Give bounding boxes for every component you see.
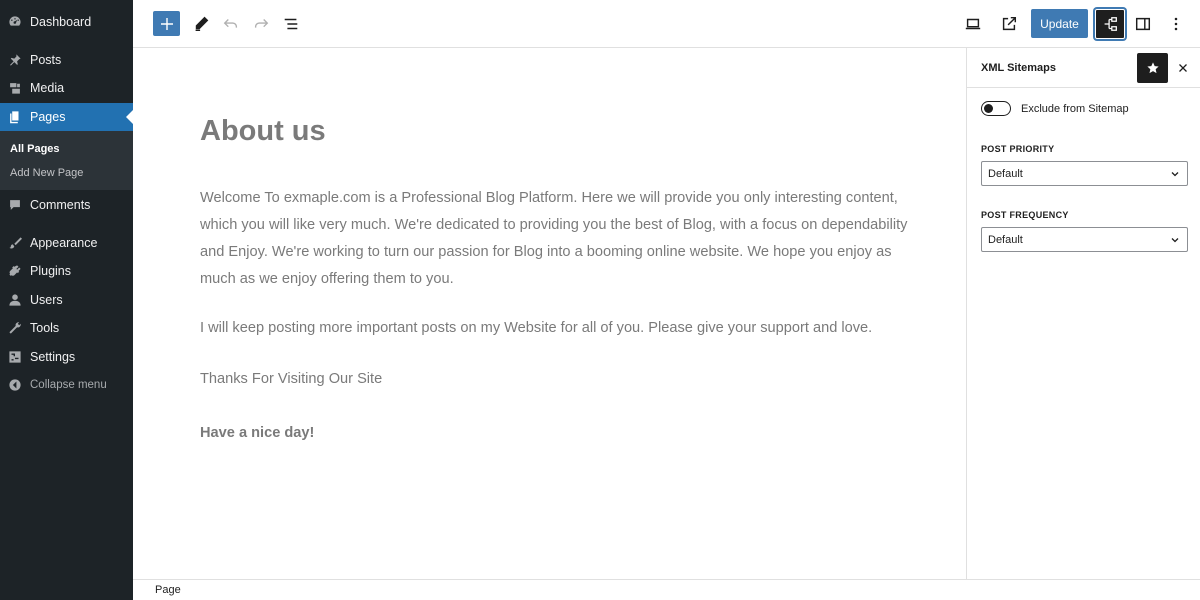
editor-canvas[interactable]: About us Welcome To exmaple.com is a Pro… <box>133 48 966 579</box>
sitemap-icon <box>1104 17 1117 31</box>
options-menu-button[interactable] <box>1162 10 1190 38</box>
redo-button[interactable] <box>247 10 275 38</box>
star-icon <box>1146 62 1159 74</box>
toggle-label: Exclude from Sitemap <box>1021 103 1129 115</box>
sidebar-item-pages[interactable]: Pages <box>0 103 133 131</box>
undo-icon <box>223 19 238 28</box>
update-button[interactable]: Update <box>1031 9 1088 38</box>
preview-button[interactable] <box>959 10 987 38</box>
pin-icon <box>8 53 22 67</box>
panel-title: XML Sitemaps <box>981 62 1056 74</box>
collapse-icon <box>8 378 22 392</box>
wrench-icon <box>8 321 22 335</box>
paragraph-block[interactable]: Thanks For Visiting Our Site <box>200 366 910 393</box>
user-icon <box>8 293 22 307</box>
redo-icon <box>254 19 269 28</box>
pages-submenu: All Pages Add New Page <box>0 131 133 190</box>
list-view-icon <box>284 18 298 30</box>
select-value: Default <box>988 168 1023 180</box>
block-inserter-button[interactable] <box>153 11 180 36</box>
close-panel-button[interactable] <box>1173 58 1193 78</box>
pencil-icon <box>195 16 209 32</box>
brush-icon <box>8 236 22 250</box>
plus-icon <box>160 17 173 30</box>
sidebar-item-dashboard[interactable]: Dashboard <box>0 8 133 36</box>
panel-header: XML Sitemaps <box>967 48 1200 88</box>
paragraph-block[interactable]: Have a nice day! <box>200 420 910 447</box>
post-priority-label: POST PRIORITY <box>981 144 1055 154</box>
sidebar-item-settings[interactable]: Settings <box>0 343 133 371</box>
submenu-all-pages[interactable]: All Pages <box>10 143 60 155</box>
toggle-knob <box>984 104 993 113</box>
settings-icon <box>8 350 22 364</box>
document-overview-button[interactable] <box>277 10 305 38</box>
undo-button[interactable] <box>217 10 245 38</box>
chevron-down-icon <box>1171 238 1179 243</box>
external-link-icon <box>1002 16 1017 31</box>
sidebar-item-label: Users <box>30 293 63 307</box>
sidebar-item-label: Pages <box>30 110 66 124</box>
collapse-menu-button[interactable]: Collapse menu <box>0 371 133 399</box>
sidebar-item-tools[interactable]: Tools <box>0 314 133 342</box>
media-icon <box>8 81 22 95</box>
paragraph-block[interactable]: I will keep posting more important posts… <box>200 315 910 342</box>
sidebar-item-label: Collapse menu <box>30 379 107 391</box>
sidebar-item-plugins[interactable]: Plugins <box>0 257 133 285</box>
sidebar-item-posts[interactable]: Posts <box>0 46 133 74</box>
pin-favorite-button[interactable] <box>1137 53 1168 83</box>
post-priority-select[interactable]: Default <box>981 161 1188 186</box>
admin-sidebar: Dashboard Posts Media Pages All Pages Ad… <box>0 0 133 600</box>
sidebar-item-label: Dashboard <box>30 15 92 29</box>
page-title[interactable]: About us <box>200 115 326 148</box>
sidebar-item-label: Appearance <box>30 236 98 250</box>
tools-button[interactable] <box>187 10 215 38</box>
sidebar-panel-icon <box>1135 17 1151 31</box>
block-breadcrumb[interactable]: Page <box>155 584 181 596</box>
sidebar-item-appearance[interactable]: Appearance <box>0 229 133 257</box>
sidebar-item-comments[interactable]: Comments <box>0 191 133 219</box>
xml-sitemaps-plugin-button[interactable] <box>1095 9 1125 39</box>
editor-toolbar: Update <box>133 0 1200 48</box>
sidebar-item-label: Posts <box>30 53 62 67</box>
dashboard-icon <box>8 15 22 29</box>
sidebar-item-label: Tools <box>30 321 60 335</box>
submenu-add-new-page[interactable]: Add New Page <box>10 167 83 179</box>
chevron-down-icon <box>1171 172 1179 177</box>
sidebar-item-label: Media <box>30 81 65 95</box>
sidebar-item-media[interactable]: Media <box>0 74 133 102</box>
settings-sidebar-toggle[interactable] <box>1129 10 1157 38</box>
sidebar-item-label: Plugins <box>30 264 71 278</box>
desktop-icon <box>965 18 981 30</box>
editor-footer: Page <box>133 579 1200 600</box>
sidebar-item-label: Comments <box>30 198 91 212</box>
post-frequency-label: POST FREQUENCY <box>981 210 1069 220</box>
pages-icon <box>8 110 22 124</box>
exclude-from-sitemap-toggle[interactable] <box>981 101 1011 116</box>
sidebar-item-label: Settings <box>30 350 76 364</box>
close-icon <box>1179 64 1187 72</box>
xml-sitemaps-panel: XML Sitemaps Exclude from Sitemap POST P… <box>966 48 1200 579</box>
sidebar-item-users[interactable]: Users <box>0 286 133 314</box>
select-value: Default <box>988 234 1023 246</box>
post-frequency-select[interactable]: Default <box>981 227 1188 252</box>
more-vertical-icon <box>1174 17 1178 31</box>
paragraph-block[interactable]: Welcome To exmaple.com is a Professional… <box>200 185 910 293</box>
view-page-button[interactable] <box>995 10 1023 38</box>
plugin-icon <box>8 264 22 278</box>
comment-icon <box>8 198 22 212</box>
